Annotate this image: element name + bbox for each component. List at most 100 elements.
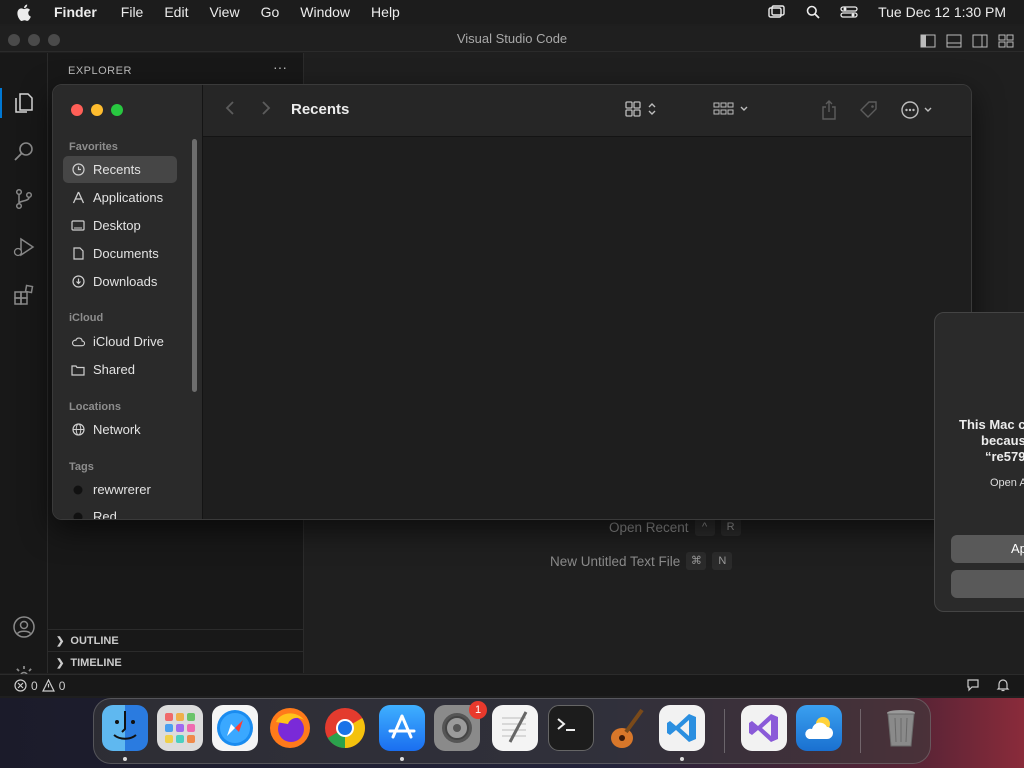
sidebar-item-network[interactable]: Network xyxy=(63,416,177,443)
sidebar-item-downloads[interactable]: Downloads xyxy=(63,268,177,295)
terminal-icon[interactable] xyxy=(548,705,594,751)
accounts-icon[interactable] xyxy=(10,613,38,641)
weather-icon[interactable] xyxy=(796,705,842,751)
timeline-section[interactable]: ❯ TIMELINE xyxy=(48,651,304,673)
security-alert-dialog: This Mac c becaus “re579 Open A Ap xyxy=(934,312,1024,612)
garageband-icon[interactable] xyxy=(603,705,649,751)
shortcut-key: ^ xyxy=(694,518,715,536)
search-icon[interactable] xyxy=(10,137,38,165)
visual-studio-icon[interactable] xyxy=(741,705,787,751)
sidebar-item-tag-rewwrerer[interactable]: rewwrerer xyxy=(63,476,177,503)
finder-minimize-button[interactable] xyxy=(91,104,103,116)
icloud-header: iCloud xyxy=(69,312,104,324)
sidebar-scrollbar[interactable] xyxy=(192,139,197,392)
apple-menu-icon[interactable] xyxy=(16,4,34,21)
timeline-label: TIMELINE xyxy=(70,657,122,669)
new-untitled-label: New Untitled Text File xyxy=(550,553,681,569)
back-chevron-icon[interactable] xyxy=(225,100,235,116)
warning-count: 0 xyxy=(58,678,66,693)
problems-status[interactable]: 0 0 xyxy=(14,679,65,693)
menu-window[interactable]: Window xyxy=(300,4,350,20)
shortcut-key: ⌘ xyxy=(686,552,707,570)
feedback-icon[interactable] xyxy=(966,678,980,695)
extensions-icon[interactable] xyxy=(10,281,38,309)
share-icon[interactable] xyxy=(821,100,837,120)
more-actions-icon[interactable] xyxy=(901,100,937,120)
finder-close-button[interactable] xyxy=(71,104,83,116)
chrome-icon[interactable] xyxy=(322,705,368,751)
status-bar: 0 0 xyxy=(0,674,1024,696)
vscode-traffic-lights xyxy=(8,34,60,46)
menubar: Finder File Edit View Go Window Help Tue… xyxy=(0,0,1024,24)
chevron-right-icon: ❯ xyxy=(56,658,65,669)
shared-folder-icon xyxy=(71,363,85,377)
textedit-icon[interactable] xyxy=(492,705,538,751)
new-untitled-file-shortcut[interactable]: New Untitled Text File ⌘ N xyxy=(550,552,733,570)
dialog-primary-button[interactable]: Ap xyxy=(951,535,1024,563)
explorer-more-actions[interactable]: ··· xyxy=(273,59,287,75)
vscode-close-button[interactable] xyxy=(8,34,20,46)
firefox-icon[interactable] xyxy=(267,705,313,751)
download-icon xyxy=(71,275,85,289)
dialog-secondary-button[interactable] xyxy=(951,570,1024,598)
dock-separator xyxy=(860,709,861,753)
sidebar-item-applications[interactable]: Applications xyxy=(63,184,177,211)
outline-label: OUTLINE xyxy=(70,635,119,647)
cloud-icon xyxy=(71,335,85,349)
finder-zoom-button[interactable] xyxy=(111,104,123,116)
sidebar-item-documents[interactable]: Documents xyxy=(63,240,177,267)
screen-mirroring-icon[interactable] xyxy=(768,5,786,19)
explorer-icon[interactable] xyxy=(10,89,38,117)
sidebar-item-recents[interactable]: Recents xyxy=(63,156,177,183)
desktop-icon xyxy=(71,219,85,233)
tag-dot-icon xyxy=(71,510,85,519)
error-icon xyxy=(14,679,27,692)
control-center-icon[interactable] xyxy=(840,5,858,19)
app-store-icon[interactable] xyxy=(379,705,425,751)
safari-icon[interactable] xyxy=(212,705,258,751)
explorer-title: EXPLORER xyxy=(68,65,132,77)
favorites-header: Favorites xyxy=(69,141,118,153)
forward-chevron-icon[interactable] xyxy=(261,100,271,116)
dialog-title-line-3: “re579 xyxy=(985,449,1024,464)
document-icon xyxy=(71,247,85,261)
menu-app-name[interactable]: Finder xyxy=(54,4,97,20)
open-recent-shortcut[interactable]: Open Recent ^ R xyxy=(609,518,741,536)
warning-icon xyxy=(41,679,55,692)
menu-file[interactable]: File xyxy=(121,4,144,20)
vscode-minimize-button[interactable] xyxy=(28,34,40,46)
dock: 1 xyxy=(93,698,931,764)
globe-icon xyxy=(71,423,85,437)
launchpad-icon[interactable] xyxy=(157,705,203,751)
menu-view[interactable]: View xyxy=(209,4,239,20)
vscode-window-title: Visual Studio Code xyxy=(456,31,568,46)
sidebar-item-label: Documents xyxy=(93,246,159,261)
tags-header: Tags xyxy=(69,461,94,473)
menu-go[interactable]: Go xyxy=(261,4,280,20)
menu-help[interactable]: Help xyxy=(371,4,400,20)
vscode-icon[interactable] xyxy=(659,705,705,751)
sidebar-item-tag-red[interactable]: Red xyxy=(63,503,177,519)
sidebar-item-icloud-drive[interactable]: iCloud Drive xyxy=(63,328,177,355)
menubar-clock[interactable]: Tue Dec 12 1:30 PM xyxy=(878,4,1006,20)
menu-edit[interactable]: Edit xyxy=(164,4,188,20)
vscode-zoom-button[interactable] xyxy=(48,34,60,46)
vscode-titlebar: Visual Studio Code xyxy=(0,26,1024,52)
outline-section[interactable]: ❯ OUTLINE xyxy=(48,629,304,651)
sidebar-item-desktop[interactable]: Desktop xyxy=(63,212,177,239)
sidebar-item-label: Desktop xyxy=(93,218,141,233)
source-control-icon[interactable] xyxy=(10,185,38,213)
finder-icon[interactable] xyxy=(102,705,148,751)
icon-view-toggle-icon[interactable] xyxy=(625,100,661,118)
sidebar-item-shared[interactable]: Shared xyxy=(63,356,177,383)
run-and-debug-icon[interactable] xyxy=(10,233,38,261)
notifications-bell-icon[interactable] xyxy=(996,678,1010,695)
running-indicator xyxy=(123,757,127,761)
notification-badge: 1 xyxy=(469,701,487,719)
group-by-icon[interactable] xyxy=(713,100,751,118)
trash-icon[interactable] xyxy=(878,705,924,751)
spotlight-search-icon[interactable] xyxy=(806,5,820,19)
running-indicator xyxy=(400,757,404,761)
finder-content-area[interactable] xyxy=(203,137,971,519)
tag-icon[interactable] xyxy=(859,100,879,120)
